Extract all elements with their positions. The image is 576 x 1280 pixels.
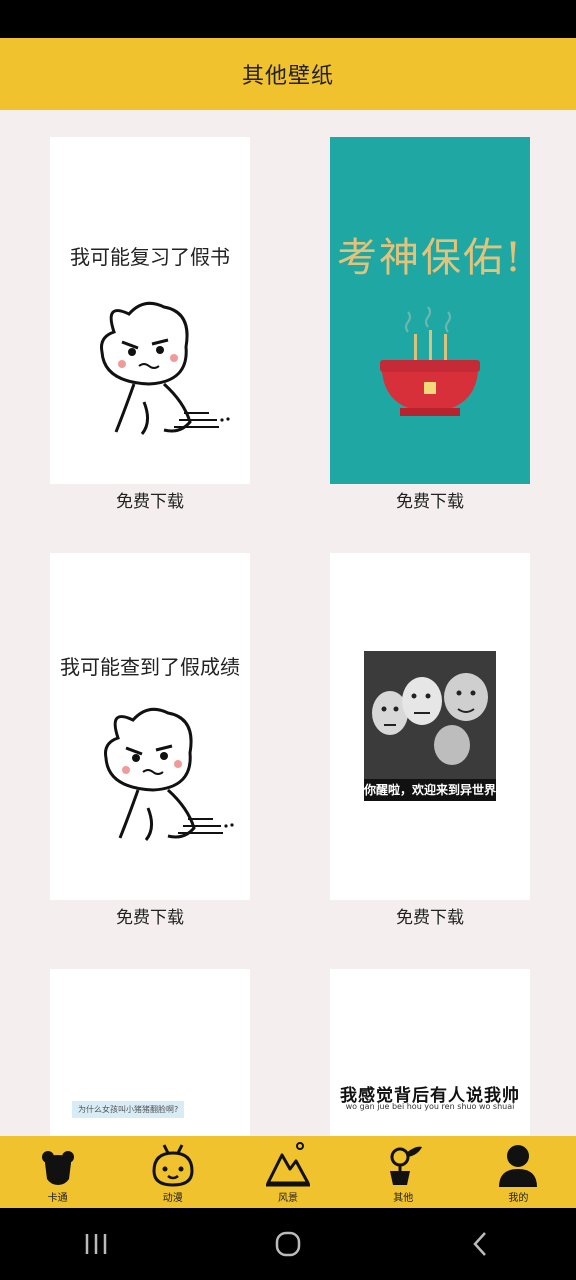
recent-apps-button[interactable] xyxy=(66,1224,126,1264)
nav-item-me[interactable]: 我的 xyxy=(461,1136,576,1208)
meme-caption: 你醒啦，欢迎来到异世界 xyxy=(364,779,496,801)
wallpaper-thumbnail[interactable]: 我可能复习了假书 xyxy=(50,137,250,484)
system-navigation-bar xyxy=(0,1208,576,1280)
mountain-icon xyxy=(266,1142,310,1187)
nav-label: 我的 xyxy=(508,1193,529,1204)
nav-item-anime[interactable]: 动漫 xyxy=(115,1136,230,1208)
plant-pot-icon xyxy=(390,1146,423,1185)
recent-apps-icon xyxy=(85,1234,107,1254)
app-header: 其他壁纸 xyxy=(0,38,576,110)
back-icon xyxy=(473,1232,486,1256)
free-download-label[interactable]: 免费下载 xyxy=(50,490,250,514)
wallpaper-card[interactable]: 你醒啦，欢迎来到异世界 免费下载 xyxy=(330,553,530,930)
bear-icon xyxy=(41,1151,74,1185)
wallpaper-card[interactable]: 考神保佑! 免费下载 xyxy=(330,137,530,514)
user-icon xyxy=(499,1145,538,1187)
wallpaper-subtext: wo gan jue bei hou you ren shuo wo shuai xyxy=(345,1102,515,1111)
free-download-label[interactable]: 免费下载 xyxy=(50,906,250,930)
nav-label: 其他 xyxy=(393,1193,414,1204)
free-download-label[interactable]: 免费下载 xyxy=(330,490,530,514)
wallpaper-thumbnail[interactable]: 我可能查到了假成绩 xyxy=(50,553,250,900)
meme-image: 你醒啦，欢迎来到异世界 xyxy=(364,651,496,801)
free-download-label[interactable]: 免费下载 xyxy=(330,906,530,930)
status-bar xyxy=(0,0,576,38)
wallpaper-card[interactable]: 我可能复习了假书 免费下载 xyxy=(50,137,250,514)
incense-burner-illustration xyxy=(380,306,480,416)
meme-faces-illustration xyxy=(364,651,496,779)
cartoon-cat-illustration xyxy=(100,301,230,435)
wallpaper-thumbnail[interactable]: 我感觉背后有人说我帅 wo gan jue bei hou you ren sh… xyxy=(330,969,530,1136)
wallpaper-text: 我可能复习了假书 xyxy=(70,245,230,269)
wallpaper-thumbnail[interactable]: 你醒啦，欢迎来到异世界 xyxy=(330,553,530,900)
cartoon-cat-illustration xyxy=(104,707,234,841)
wallpaper-thumbnail[interactable]: 考神保佑! xyxy=(330,137,530,484)
nav-label: 动漫 xyxy=(162,1193,183,1204)
nav-label: 卡通 xyxy=(47,1193,68,1204)
wallpaper-text: 我可能查到了假成绩 xyxy=(60,655,240,679)
wallpaper-thumbnail[interactable]: 为什么女孩叫小猪猪翻脸啊? xyxy=(50,969,250,1136)
nav-label: 风景 xyxy=(278,1193,298,1204)
nav-item-scenery[interactable]: 风景 xyxy=(230,1136,345,1208)
cartoon-face-icon xyxy=(152,1144,194,1187)
nav-item-cartoon[interactable]: 卡通 xyxy=(0,1136,115,1208)
wallpaper-card[interactable]: 我可能查到了假成绩 免费下载 xyxy=(50,553,250,930)
nav-item-other[interactable]: 其他 xyxy=(346,1136,461,1208)
bottom-nav: 卡通 动漫 风景 其他 我的 xyxy=(0,1136,576,1208)
wallpaper-grid[interactable]: 我可能复习了假书 免费下载 考神保佑! 免费下载 我可能查到了假成绩 免费下载 … xyxy=(0,110,576,1136)
wallpaper-card[interactable]: 我感觉背后有人说我帅 wo gan jue bei hou you ren sh… xyxy=(330,969,530,1136)
page-title: 其他壁纸 xyxy=(241,64,334,89)
back-button[interactable] xyxy=(450,1224,510,1264)
wallpaper-card[interactable]: 为什么女孩叫小猪猪翻脸啊? xyxy=(50,969,250,1136)
chat-bubble: 为什么女孩叫小猪猪翻脸啊? xyxy=(72,1101,185,1118)
home-icon xyxy=(275,1231,301,1257)
wallpaper-text: 考神保佑! xyxy=(336,235,524,281)
home-button[interactable] xyxy=(258,1224,318,1264)
